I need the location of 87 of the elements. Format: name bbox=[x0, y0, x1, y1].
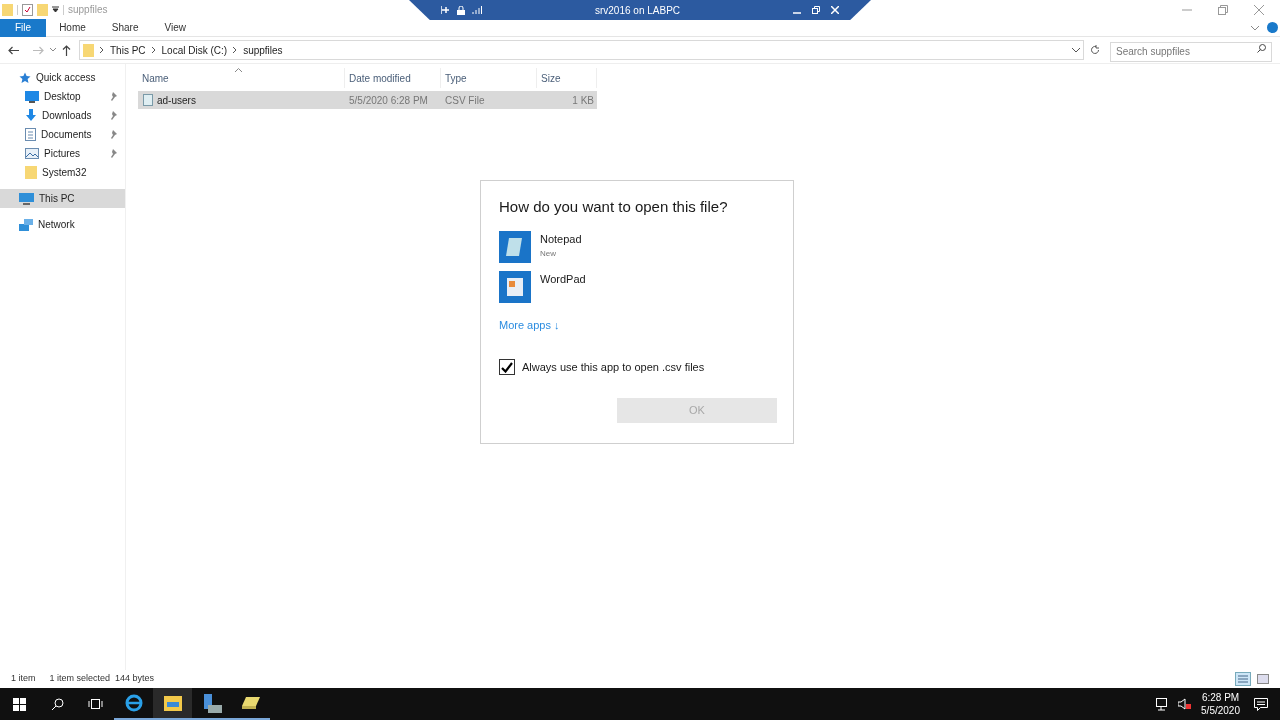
file-name: ad-users bbox=[157, 93, 196, 108]
ribbon-tab[interactable]: File bbox=[0, 18, 47, 37]
folder-icon bbox=[2, 3, 13, 16]
notifications-icon[interactable] bbox=[1254, 697, 1268, 711]
document-icon bbox=[25, 128, 36, 141]
picture-icon bbox=[25, 148, 39, 159]
refresh-icon[interactable] bbox=[1090, 45, 1100, 55]
app-note: New bbox=[540, 248, 557, 260]
date-cell-text: 5/5/2020 6:28 PM bbox=[348, 93, 429, 108]
restore-icon[interactable] bbox=[812, 6, 820, 14]
back-arrow-icon[interactable] bbox=[8, 45, 19, 55]
pin-icon bbox=[109, 92, 117, 101]
ribbon-tab[interactable]: View bbox=[151, 18, 199, 37]
folder-icon[interactable] bbox=[163, 695, 182, 711]
app-name[interactable]: Notepad bbox=[540, 230, 582, 247]
download-arrow-icon bbox=[25, 109, 37, 122]
dialog-title: How do you want to open this file? bbox=[499, 197, 729, 217]
network-icon bbox=[19, 218, 33, 231]
search-icon[interactable] bbox=[50, 697, 64, 711]
chevron-right-icon[interactable] bbox=[100, 47, 104, 53]
search-icon bbox=[1257, 44, 1266, 53]
app-name[interactable]: WordPad bbox=[540, 270, 586, 287]
more-apps-link[interactable]: More apps ↓ bbox=[499, 316, 560, 333]
status-text: 1 item bbox=[11, 672, 36, 686]
ribbon-tab[interactable]: Share bbox=[98, 18, 152, 37]
breadcrumb-item[interactable]: Local Disk (C:) bbox=[161, 42, 228, 58]
computer-icon bbox=[19, 192, 34, 205]
help-icon[interactable] bbox=[1267, 22, 1278, 33]
sidebar-item[interactable]: Quick access bbox=[0, 68, 125, 87]
chevron-right-icon[interactable] bbox=[233, 47, 238, 53]
column-header[interactable]: Type bbox=[441, 68, 537, 88]
sidebar-item[interactable]: Desktop bbox=[0, 87, 125, 106]
sidebar-item[interactable]: This PC bbox=[0, 189, 125, 208]
wordpad-icon[interactable] bbox=[499, 270, 531, 303]
large-icons-view-icon[interactable] bbox=[1257, 674, 1269, 684]
breadcrumb-item[interactable]: suppfiles bbox=[243, 42, 283, 58]
browser-e-icon[interactable] bbox=[124, 694, 143, 712]
sidebar-item[interactable]: Network bbox=[0, 215, 125, 234]
chevron-down-icon[interactable] bbox=[1072, 47, 1080, 53]
properties-icon[interactable] bbox=[22, 3, 33, 16]
chevron-down-icon[interactable] bbox=[50, 48, 56, 52]
sidebar-item[interactable]: Documents bbox=[0, 125, 125, 144]
dropdown-icon[interactable] bbox=[52, 6, 59, 13]
folder-icon bbox=[25, 166, 37, 179]
pin-icon[interactable] bbox=[441, 6, 450, 14]
size-cell-text: 1 KB bbox=[571, 93, 595, 108]
folder-icon bbox=[83, 43, 94, 57]
connection-title: srv2016 on LABPC bbox=[593, 3, 682, 18]
sidebar-item[interactable]: Downloads bbox=[0, 106, 125, 125]
pin-icon bbox=[109, 130, 117, 139]
restore-icon[interactable] bbox=[1218, 4, 1228, 15]
type-cell-text: CSV File bbox=[444, 93, 486, 108]
file-row[interactable]: ad-users 5/5/2020 6:28 PM CSV File 1 KB bbox=[138, 91, 597, 109]
task-view-icon[interactable] bbox=[87, 698, 103, 710]
chevron-right-icon[interactable] bbox=[151, 47, 156, 53]
pin-icon bbox=[109, 149, 117, 158]
star-icon bbox=[19, 71, 31, 84]
speaker-muted-icon[interactable] bbox=[1178, 698, 1192, 710]
file-icon bbox=[143, 94, 153, 106]
search-field[interactable]: Search suppfiles bbox=[1110, 41, 1272, 62]
ribbon-tab[interactable]: Home bbox=[46, 18, 99, 37]
breadcrumb-item[interactable]: This PC bbox=[110, 42, 146, 58]
eraser-icon[interactable] bbox=[241, 697, 260, 709]
column-header[interactable]: Size bbox=[537, 68, 597, 88]
close-icon[interactable] bbox=[1254, 4, 1264, 15]
address-bar[interactable]: This PC Local Disk (C:) suppfiles bbox=[79, 40, 1084, 60]
windows-logo-icon[interactable] bbox=[12, 697, 26, 711]
column-header[interactable]: Name bbox=[138, 68, 345, 88]
sort-caret-icon bbox=[235, 68, 242, 72]
checkbox[interactable] bbox=[499, 359, 515, 376]
status-text: 1 item selected 144 bytes bbox=[49, 672, 155, 686]
clock-time[interactable]: 6:28 PM bbox=[1201, 691, 1240, 704]
desktop-icon bbox=[25, 90, 39, 103]
checkbox-label: Always use this app to open .csv files bbox=[522, 360, 705, 375]
signal-bars-icon bbox=[472, 6, 482, 14]
sidebar-item[interactable]: System32 bbox=[0, 163, 125, 182]
chevron-down-icon[interactable] bbox=[1251, 24, 1259, 31]
sidebar-item[interactable]: Pictures bbox=[0, 144, 125, 163]
lock-icon bbox=[457, 5, 465, 15]
clock-date[interactable]: 5/5/2020 bbox=[1201, 704, 1240, 717]
up-arrow-icon[interactable] bbox=[62, 44, 71, 56]
checkmark-icon bbox=[501, 361, 513, 373]
server-manager-icon[interactable] bbox=[201, 693, 222, 713]
window-title: suppfiles bbox=[68, 3, 108, 17]
notepad-icon[interactable] bbox=[499, 230, 531, 263]
column-header[interactable]: Date modified bbox=[345, 68, 441, 88]
pin-icon bbox=[109, 111, 117, 120]
